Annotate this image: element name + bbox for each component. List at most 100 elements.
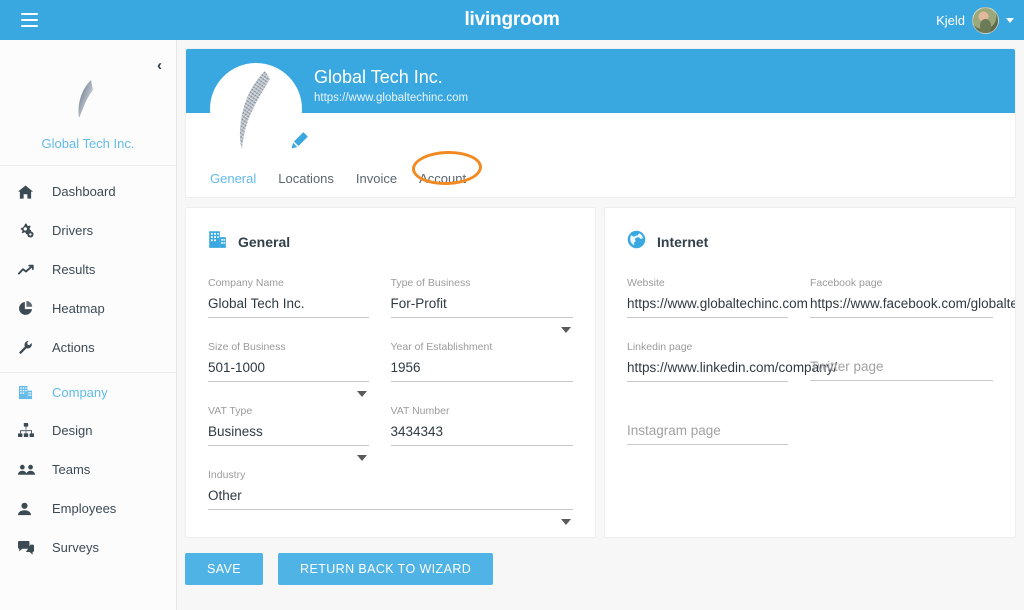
internet-card-title: Internet <box>657 234 709 250</box>
field-row: Industry Other <box>208 469 573 534</box>
field-label: Type of Business <box>390 277 471 289</box>
top-navigation-bar: livingroom Kjeld <box>0 0 1024 40</box>
return-to-wizard-button[interactable]: RETURN BACK TO WIZARD <box>278 553 494 585</box>
tab-invoice[interactable]: Invoice <box>356 171 397 186</box>
trendline-icon <box>18 262 40 278</box>
field-label: Industry <box>208 469 246 481</box>
sidebar-item-label: Dashboard <box>52 184 116 199</box>
field-spacer <box>810 406 993 470</box>
website-field[interactable]: Website https://www.globaltechinc.com <box>627 277 810 342</box>
field-value: Business <box>208 424 369 446</box>
field-value: 3434343 <box>390 424 573 446</box>
facebook-page-field[interactable]: Facebook page https://www.facebook.com/g… <box>810 277 1015 342</box>
field-label: Size of Business <box>208 341 286 353</box>
chevron-down-icon[interactable] <box>356 455 367 461</box>
building-icon <box>18 384 40 400</box>
sidebar-item-heatmap[interactable]: Heatmap <box>0 289 176 328</box>
sidebar-item-employees[interactable]: Employees <box>0 489 176 528</box>
home-icon <box>18 184 40 200</box>
vat-number-field[interactable]: VAT Number 3434343 <box>390 405 573 470</box>
field-row: Website https://www.globaltechinc.com Fa… <box>627 277 1015 342</box>
tab-locations[interactable]: Locations <box>278 171 334 186</box>
chevron-down-icon[interactable] <box>561 327 571 333</box>
field-label: Year of Establishment <box>390 341 493 353</box>
sidebar-item-design[interactable]: Design <box>0 411 176 450</box>
sitemap-icon <box>18 423 40 439</box>
field-value: https://www.linkedin.com/company/ <box>627 360 837 382</box>
form-cards-row: General Company Name Global Tech Inc. Ty… <box>185 207 1016 538</box>
field-label: Website <box>627 277 665 289</box>
field-row: Size of Business 501-1000 Year of Establ… <box>208 341 573 406</box>
field-placeholder: Instagram page <box>627 423 788 445</box>
twitter-page-field[interactable]: Twitter page <box>810 342 993 406</box>
field-row: Company Name Global Tech Inc. Type of Bu… <box>208 277 573 342</box>
sidebar: ‹ Global Tech Inc. Dashboard Drivers Res… <box>0 40 177 610</box>
size-of-business-select[interactable]: Size of Business 501-1000 <box>208 341 391 406</box>
sidebar-collapse-chevron-left-icon[interactable]: ‹ <box>157 58 162 73</box>
general-card-title: General <box>238 234 291 250</box>
app-brand-logo: livingroom <box>464 9 560 30</box>
sidebar-item-results[interactable]: Results <box>0 250 176 289</box>
industry-select[interactable]: Industry Other <box>208 469 573 534</box>
user-menu[interactable]: Kjeld <box>936 0 1014 40</box>
sidebar-item-dashboard[interactable]: Dashboard <box>0 172 176 211</box>
internet-form-card: Internet Website https://www.globaltechi… <box>604 207 1016 538</box>
field-value: Global Tech Inc. <box>208 296 369 318</box>
field-row: Linkedin page https://www.linkedin.com/c… <box>627 341 993 406</box>
general-card-header: General <box>208 230 573 254</box>
chevron-down-icon[interactable] <box>1006 17 1014 23</box>
sidebar-item-label: Actions <box>52 340 95 355</box>
linkedin-page-field[interactable]: Linkedin page https://www.linkedin.com/c… <box>627 341 837 406</box>
field-row: Instagram page <box>627 406 993 470</box>
sidebar-item-teams[interactable]: Teams <box>0 450 176 489</box>
sidebar-company-block: Global Tech Inc. <box>0 40 176 166</box>
sidebar-item-label: Design <box>52 423 93 438</box>
company-banner-card: Global Tech Inc. https://www.globaltechi… <box>185 48 1016 198</box>
user-avatar[interactable] <box>972 6 999 34</box>
field-label: Company Name <box>208 277 284 289</box>
sidebar-item-label: Teams <box>52 462 91 477</box>
field-label: VAT Type <box>208 405 253 417</box>
globe-icon <box>627 230 646 254</box>
sidebar-company-name: Global Tech Inc. <box>41 136 135 151</box>
field-placeholder: Twitter page <box>810 359 993 381</box>
people-icon <box>18 462 40 478</box>
field-value: https://www.globaltechinc.com <box>627 296 808 318</box>
chevron-down-icon[interactable] <box>561 519 571 525</box>
sidebar-item-drivers[interactable]: Drivers <box>0 211 176 250</box>
type-of-business-select[interactable]: Type of Business For-Profit <box>390 277 573 342</box>
general-form-card: General Company Name Global Tech Inc. Ty… <box>185 207 596 538</box>
year-of-establishment-field[interactable]: Year of Establishment 1956 <box>390 341 573 406</box>
company-name-field[interactable]: Company Name Global Tech Inc. <box>208 277 391 342</box>
field-label: VAT Number <box>390 405 450 417</box>
tab-general[interactable]: General <box>210 171 256 186</box>
vat-type-select[interactable]: VAT Type Business <box>208 405 391 470</box>
sidebar-item-company[interactable]: Company <box>0 372 176 411</box>
internet-card-header: Internet <box>627 230 993 254</box>
save-button[interactable]: SAVE <box>185 553 264 585</box>
company-name-heading: Global Tech Inc. <box>314 67 443 87</box>
instagram-page-field[interactable]: Instagram page <box>627 406 810 470</box>
hamburger-menu-icon[interactable] <box>8 0 50 40</box>
main-content: Global Tech Inc. https://www.globaltechi… <box>177 40 1024 610</box>
piechart-icon <box>18 301 40 317</box>
company-website-link[interactable]: https://www.globaltechinc.com <box>314 92 468 104</box>
building-icon <box>208 230 227 254</box>
sidebar-item-label: Results <box>52 262 96 277</box>
tab-account[interactable]: Account <box>419 171 466 186</box>
gears-icon <box>18 223 40 239</box>
field-row: VAT Type Business VAT Number 3434343 <box>208 405 573 470</box>
chevron-down-icon[interactable] <box>356 391 367 397</box>
sidebar-item-label: Surveys <box>52 540 99 555</box>
wrench-icon <box>18 340 40 356</box>
company-logo-icon <box>210 63 302 155</box>
form-actions: SAVE RETURN BACK TO WIZARD <box>185 553 1016 585</box>
field-value: 1956 <box>390 360 573 382</box>
edit-logo-pencil-icon[interactable] <box>290 131 309 155</box>
user-name-label: Kjeld <box>936 12 965 28</box>
comments-icon <box>18 540 40 556</box>
sidebar-item-actions[interactable]: Actions <box>0 328 176 367</box>
sidebar-item-surveys[interactable]: Surveys <box>0 528 176 567</box>
company-tabs: General Locations Invoice Account <box>210 149 483 187</box>
field-value: For-Profit <box>390 296 573 318</box>
